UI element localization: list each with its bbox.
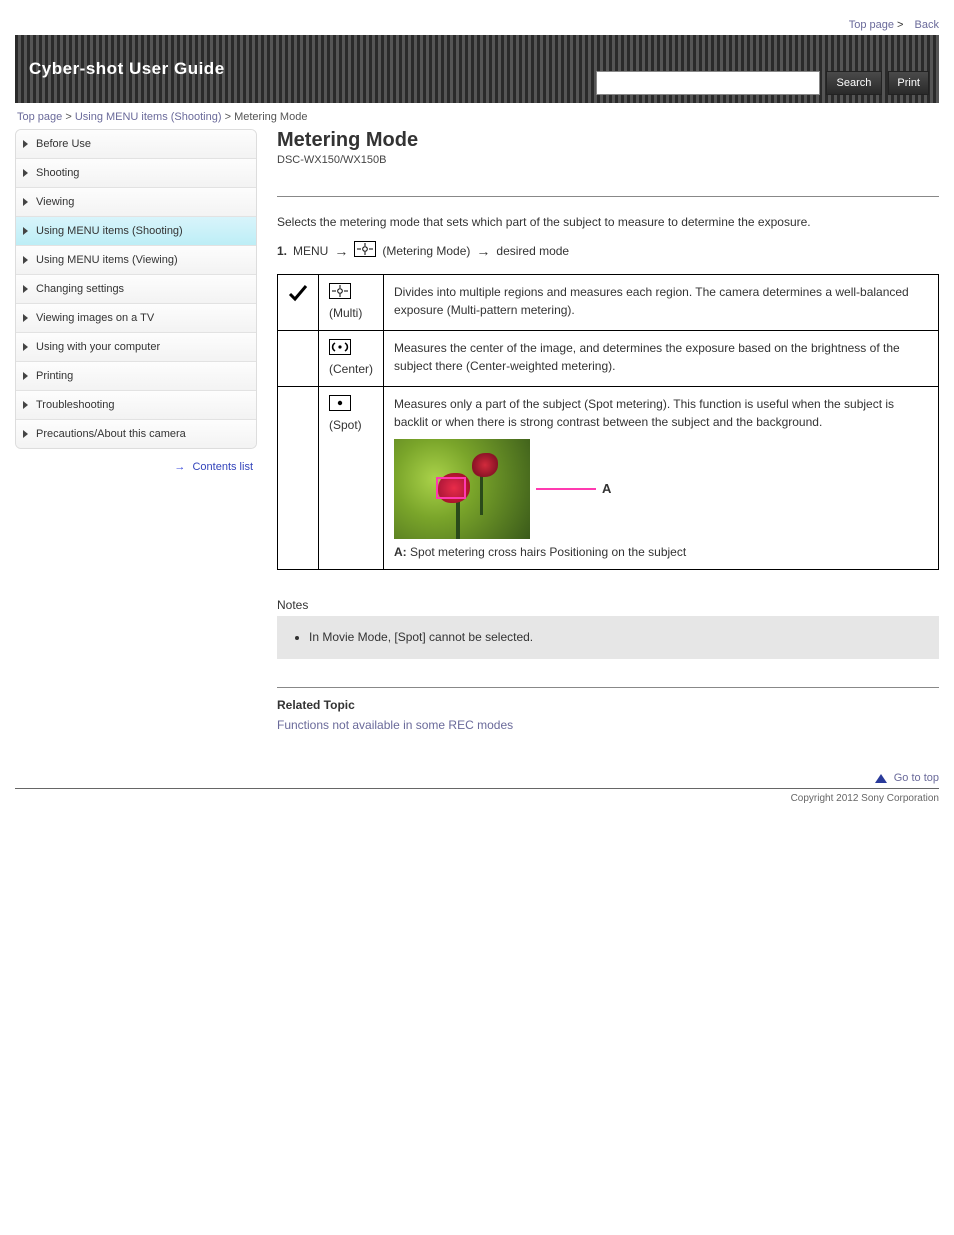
- main-content: Metering Mode DSC-WX150/WX150B Selects t…: [277, 129, 939, 784]
- sidebar-item-label: Precautions/About this camera: [36, 428, 186, 440]
- header-title: Cyber-shot User Guide: [29, 59, 225, 79]
- chevron-right-icon: [23, 430, 28, 438]
- search-button[interactable]: Search: [826, 71, 883, 95]
- sidebar-item-label: Troubleshooting: [36, 399, 114, 411]
- sidebar-item-label: Using MENU items (Shooting): [36, 225, 183, 237]
- sidebar-item-shooting[interactable]: Shooting: [16, 159, 256, 188]
- check-icon: [288, 283, 308, 308]
- sidebar-item-menu-viewing[interactable]: Using MENU items (Viewing): [16, 246, 256, 275]
- crumb-top[interactable]: Top page: [17, 111, 62, 123]
- flower-shape: [472, 453, 498, 477]
- divider: [277, 687, 939, 688]
- header-controls: Search Print: [596, 71, 929, 95]
- menu-path-suffix: desired mode: [496, 244, 569, 258]
- sidebar-item-viewing[interactable]: Viewing: [16, 188, 256, 217]
- spot-desc-after-label: A:: [394, 545, 407, 559]
- go-to-top-link[interactable]: Go to top: [894, 772, 939, 784]
- menu-path-prefix: MENU: [293, 244, 328, 258]
- option-row-spot: (Spot) Measures only a part of the subje…: [278, 387, 939, 570]
- sidebar-item-label: Using MENU items (Viewing): [36, 254, 178, 266]
- metering-multi-icon: [329, 283, 351, 304]
- sidebar-back-link: → Contents list: [15, 461, 257, 473]
- sidebar-menu: Before Use Shooting Viewing Using MENU i…: [15, 129, 257, 449]
- option-row-center: (Center) Measures the center of the imag…: [278, 331, 939, 387]
- search-input[interactable]: [596, 71, 820, 95]
- chevron-right-icon: [23, 169, 28, 177]
- print-button[interactable]: Print: [888, 71, 929, 95]
- sidebar-item-label: Changing settings: [36, 283, 124, 295]
- menu-path-label: (Metering Mode): [382, 244, 470, 258]
- divider: [277, 196, 939, 197]
- sidebar-item-printing[interactable]: Printing: [16, 362, 256, 391]
- header-bar: Cyber-shot User Guide Search Print: [15, 35, 939, 103]
- chevron-right-icon: [23, 256, 28, 264]
- spot-desc-before: Measures only a part of the subject (Spo…: [394, 397, 894, 429]
- spot-desc-after: Spot metering cross hairs Positioning on…: [410, 545, 686, 559]
- callout-label: A: [602, 479, 611, 499]
- arrow-right-icon: →: [174, 461, 185, 473]
- notes-box: In Movie Mode, [Spot] cannot be selected…: [277, 616, 939, 659]
- chevron-right-icon: [23, 227, 28, 235]
- copyright: Copyright 2012 Sony Corporation: [15, 789, 939, 824]
- chevron-right-icon: [23, 343, 28, 351]
- sidebar-item-label: Viewing: [36, 196, 74, 208]
- contents-list-link[interactable]: Contents list: [192, 461, 253, 473]
- related-link[interactable]: Functions not available in some REC mode…: [277, 718, 513, 732]
- sidebar-item-label: Printing: [36, 370, 73, 382]
- options-table: (Multi) Divides into multiple regions an…: [277, 274, 939, 570]
- crosshair-box: [436, 477, 466, 499]
- option-row-multi: (Multi) Divides into multiple regions an…: [278, 275, 939, 331]
- note-item: In Movie Mode, [Spot] cannot be selected…: [309, 628, 923, 647]
- option-name: (Multi): [329, 306, 362, 320]
- top-links: Top page > Back: [15, 15, 939, 35]
- crumb-section[interactable]: Using MENU items (Shooting): [75, 111, 222, 123]
- page-title: Metering Mode: [277, 129, 939, 152]
- sidebar-item-menu-shooting[interactable]: Using MENU items (Shooting): [16, 217, 256, 246]
- chevron-right-icon: [23, 140, 28, 148]
- sidebar-item-label: Using with your computer: [36, 341, 160, 353]
- sidebar-item-label: Before Use: [36, 138, 91, 150]
- sidebar: Before Use Shooting Viewing Using MENU i…: [15, 129, 257, 473]
- link-top-page[interactable]: Top page: [849, 19, 894, 31]
- link-back[interactable]: Back: [915, 19, 939, 31]
- chevron-right-icon: [23, 372, 28, 380]
- metering-center-icon: [329, 339, 351, 360]
- triangle-up-icon: [875, 774, 887, 783]
- arrow-right-icon: →: [334, 243, 348, 259]
- chevron-right-icon: [23, 198, 28, 206]
- metering-spot-icon: [329, 395, 351, 416]
- chevron-right-icon: [23, 401, 28, 409]
- stem-shape: [456, 497, 460, 539]
- chevron-right-icon: [23, 314, 28, 322]
- sidebar-item-settings[interactable]: Changing settings: [16, 275, 256, 304]
- menu-path: 1. MENU → (Metering Mode) → desired mode: [277, 241, 939, 260]
- sidebar-item-tv[interactable]: Viewing images on a TV: [16, 304, 256, 333]
- metering-multi-icon: [354, 241, 376, 260]
- chevron-right-icon: [23, 285, 28, 293]
- arrow-right-icon: →: [476, 243, 490, 259]
- sidebar-item-label: Shooting: [36, 167, 79, 179]
- sidebar-item-label: Viewing images on a TV: [36, 312, 154, 324]
- model-line: DSC-WX150/WX150B: [277, 154, 939, 166]
- related-links: Functions not available in some REC mode…: [277, 718, 939, 732]
- option-name: (Center): [329, 362, 373, 376]
- option-name: (Spot): [329, 418, 362, 432]
- notes-heading: Notes: [277, 598, 939, 612]
- go-to-top: Go to top: [277, 772, 939, 784]
- option-desc: Divides into multiple regions and measur…: [384, 275, 939, 331]
- intro-paragraph: Selects the metering mode that sets whic…: [277, 213, 939, 231]
- sample-image: [394, 439, 530, 539]
- spot-sample: A: [394, 439, 928, 539]
- option-desc: Measures the center of the image, and de…: [384, 331, 939, 387]
- option-desc-spot: Measures only a part of the subject (Spo…: [384, 387, 939, 570]
- stem-shape: [480, 475, 483, 515]
- sidebar-item-troubleshooting[interactable]: Troubleshooting: [16, 391, 256, 420]
- sidebar-item-before-use[interactable]: Before Use: [16, 130, 256, 159]
- related-heading: Related Topic: [277, 698, 939, 712]
- breadcrumb: Top page > Using MENU items (Shooting) >…: [15, 103, 939, 129]
- crumb-current: Metering Mode: [234, 111, 307, 123]
- sidebar-item-precautions[interactable]: Precautions/About this camera: [16, 420, 256, 448]
- sidebar-item-computer[interactable]: Using with your computer: [16, 333, 256, 362]
- callout-line: [536, 488, 596, 490]
